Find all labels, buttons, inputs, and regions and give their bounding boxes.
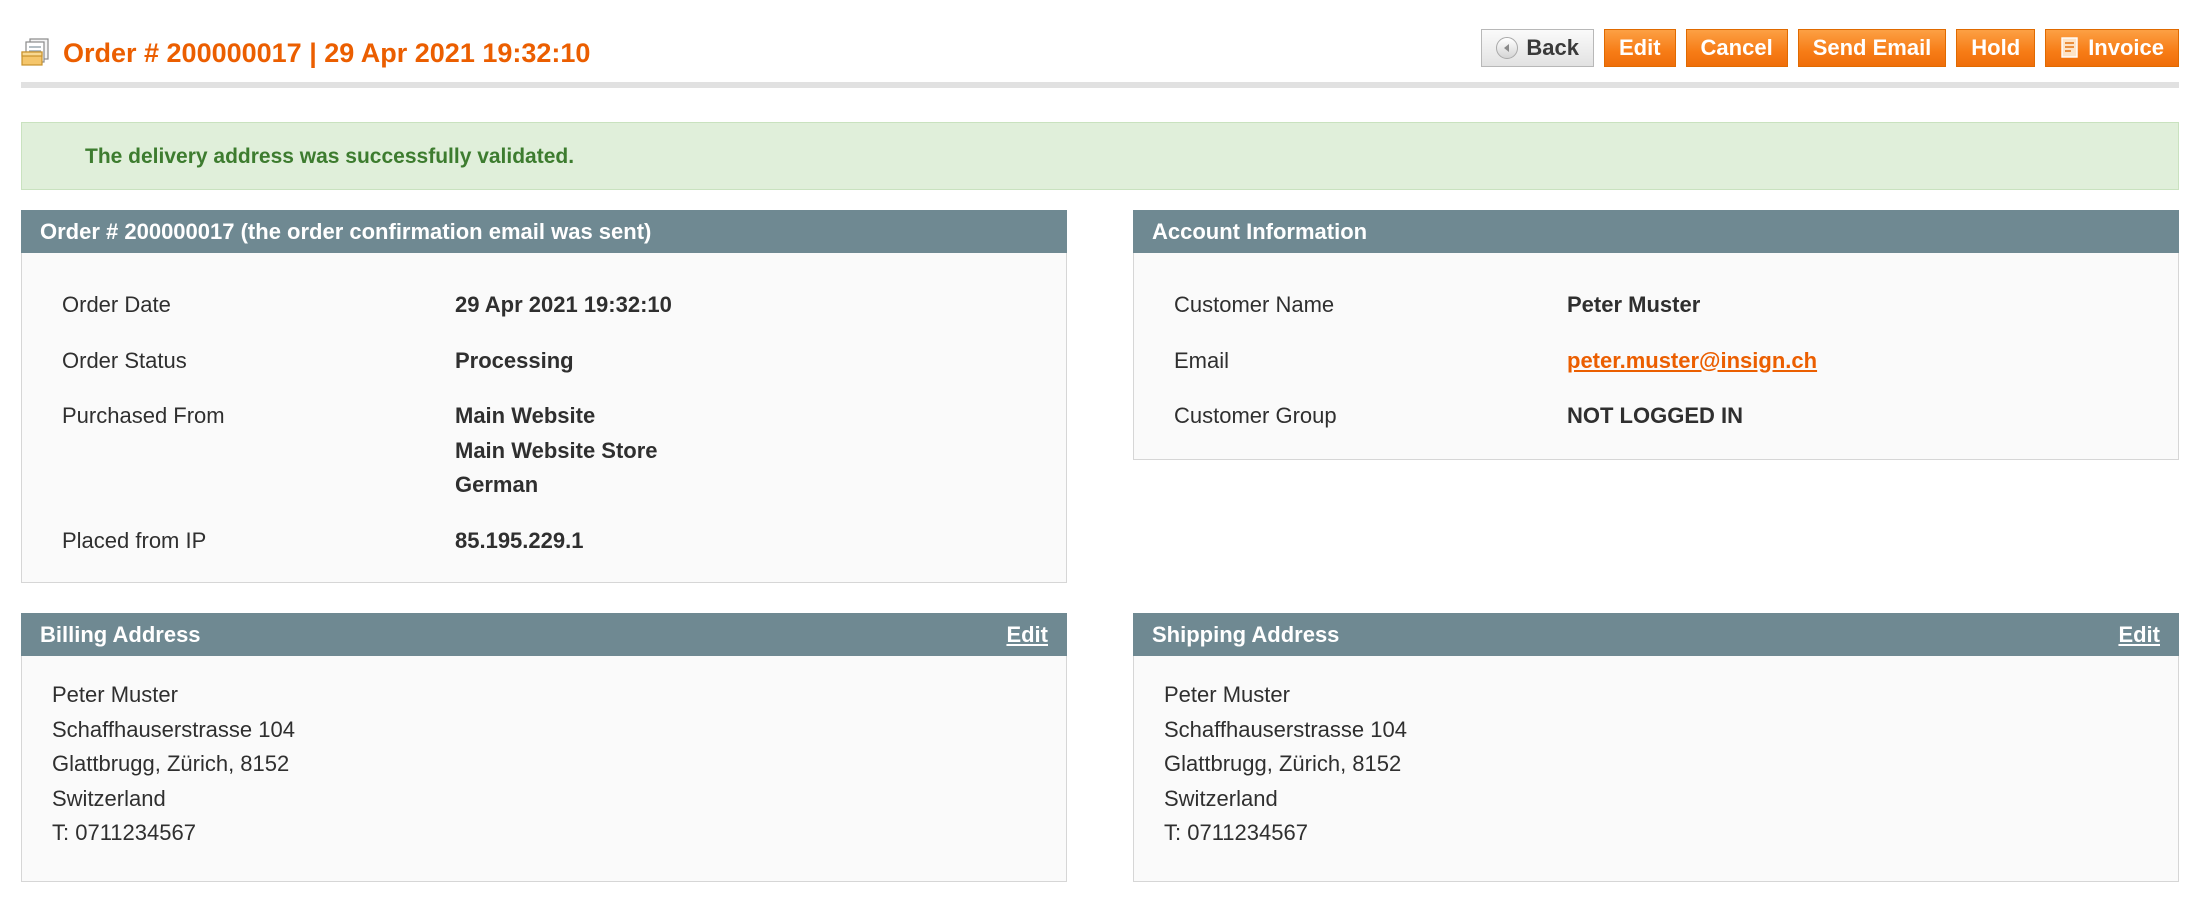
email-value-cell: peter.muster@insign.ch <box>1567 344 1817 400</box>
page-header: Order # 200000017 | 29 Apr 2021 19:32:10… <box>21 18 2179 88</box>
back-button[interactable]: Back <box>1481 29 1594 67</box>
email-label: Email <box>1174 347 1230 373</box>
back-arrow-icon <box>1496 37 1519 59</box>
placed-from-ip-label: Placed from IP <box>62 527 207 553</box>
account-info-title: Account Information <box>1152 218 1368 244</box>
order-info-title: Order # 200000017 (the order confirmatio… <box>40 218 652 244</box>
invoice-button[interactable]: Invoice <box>2045 29 2179 67</box>
billing-address-box: Billing Address Edit Peter Muster Schaff… <box>21 613 1067 882</box>
shipping-name: Peter Muster <box>1164 682 1290 707</box>
customer-name-label: Customer Name <box>1174 292 1335 317</box>
edit-order-button[interactable]: Edit <box>1603 29 1676 67</box>
account-info-header: Account Information <box>1133 210 2179 253</box>
success-message-text: The delivery address was successfully va… <box>85 145 575 168</box>
customer-name-value: Peter Muster <box>1567 292 1701 317</box>
account-info-box: Account Information Customer Name Peter … <box>1133 210 2179 460</box>
send-email-button-label: Send Email <box>1812 35 1932 60</box>
shipping-address-title: Shipping Address <box>1152 621 1340 647</box>
customer-email-link[interactable]: peter.muster@insign.ch <box>1567 348 1817 373</box>
purchased-from-label: Purchased From <box>62 403 225 428</box>
back-button-label: Back <box>1526 35 1579 60</box>
billing-country: Switzerland <box>52 785 166 811</box>
purchased-from-store-view: German <box>455 472 539 497</box>
send-email-button[interactable]: Send Email <box>1797 29 1947 67</box>
placed-from-ip-value: 85.195.229.1 <box>455 527 584 553</box>
billing-phone: T: 0711234567 <box>52 820 196 846</box>
customer-group-value: NOT LOGGED IN <box>1567 403 1743 428</box>
order-status-row: Order Status Processing <box>62 344 672 400</box>
hold-button-label: Hold <box>1971 35 2021 60</box>
order-status-label: Order Status <box>62 347 187 373</box>
edit-billing-address-link[interactable]: Edit <box>1006 622 1048 648</box>
customer-name-row: Customer Name Peter Muster <box>1174 288 1817 344</box>
billing-address: Peter Muster Schaffhauserstrasse 104 Gla… <box>52 678 295 851</box>
action-buttons: Back Edit Cancel Send Email Hold Invoice <box>1481 29 2179 67</box>
email-row: Email peter.muster@insign.ch <box>1174 344 1817 400</box>
success-message: The delivery address was successfully va… <box>21 122 2179 190</box>
edit-order-button-label: Edit <box>1618 35 1661 60</box>
shipping-phone: T: 0711234567 <box>1164 820 1308 846</box>
order-date-row: Order Date 29 Apr 2021 19:32:10 <box>62 288 672 344</box>
hold-button[interactable]: Hold <box>1956 29 2036 67</box>
cancel-order-button-label: Cancel <box>1700 35 1773 60</box>
order-info-body: Order Date 29 Apr 2021 19:32:10 Order St… <box>21 253 1067 583</box>
placed-from-ip-row: Placed from IP 85.195.229.1 <box>62 524 672 559</box>
edit-shipping-address-link[interactable]: Edit <box>2118 622 2160 648</box>
billing-address-body: Peter Muster Schaffhauserstrasse 104 Gla… <box>21 656 1067 882</box>
shipping-city: Glattbrugg, Zürich, 8152 <box>1164 751 1402 777</box>
purchased-from-store: Main Website Store <box>455 437 658 463</box>
shipping-address-box: Shipping Address Edit Peter Muster Schaf… <box>1133 613 2179 882</box>
order-info-table: Order Date 29 Apr 2021 19:32:10 Order St… <box>62 288 672 558</box>
billing-name: Peter Muster <box>52 682 178 707</box>
purchased-from-website: Main Website <box>455 403 596 428</box>
billing-city: Glattbrugg, Zürich, 8152 <box>52 751 290 777</box>
order-status-value: Processing <box>455 347 574 373</box>
purchased-from-row: Purchased From Main Website Main Website… <box>62 399 672 524</box>
order-date-value: 29 Apr 2021 19:32:10 <box>455 292 672 317</box>
shipping-street: Schaffhauserstrasse 104 <box>1164 716 1407 742</box>
order-info-header: Order # 200000017 (the order confirmatio… <box>21 210 1067 253</box>
billing-street: Schaffhauserstrasse 104 <box>52 716 295 742</box>
invoice-icon <box>2060 37 2080 59</box>
shipping-address-body: Peter Muster Schaffhauserstrasse 104 Gla… <box>1133 656 2179 882</box>
order-document-icon <box>21 37 51 67</box>
account-info-table: Customer Name Peter Muster Email peter.m… <box>1174 288 1817 434</box>
invoice-button-label: Invoice <box>2088 35 2164 60</box>
customer-group-label: Customer Group <box>1174 403 1337 428</box>
purchased-from-value: Main Website Main Website Store German <box>455 399 672 524</box>
account-info-body: Customer Name Peter Muster Email peter.m… <box>1133 253 2179 460</box>
order-date-label: Order Date <box>62 292 171 317</box>
shipping-address: Peter Muster Schaffhauserstrasse 104 Gla… <box>1164 678 1407 851</box>
order-info-box: Order # 200000017 (the order confirmatio… <box>21 210 1067 583</box>
shipping-country: Switzerland <box>1164 785 1278 811</box>
billing-address-title: Billing Address <box>40 621 201 647</box>
page-title: Order # 200000017 | 29 Apr 2021 19:32:10 <box>63 38 591 68</box>
cancel-order-button[interactable]: Cancel <box>1685 29 1788 67</box>
billing-address-header: Billing Address Edit <box>21 613 1067 656</box>
shipping-address-header: Shipping Address Edit <box>1133 613 2179 656</box>
customer-group-row: Customer Group NOT LOGGED IN <box>1174 399 1817 434</box>
